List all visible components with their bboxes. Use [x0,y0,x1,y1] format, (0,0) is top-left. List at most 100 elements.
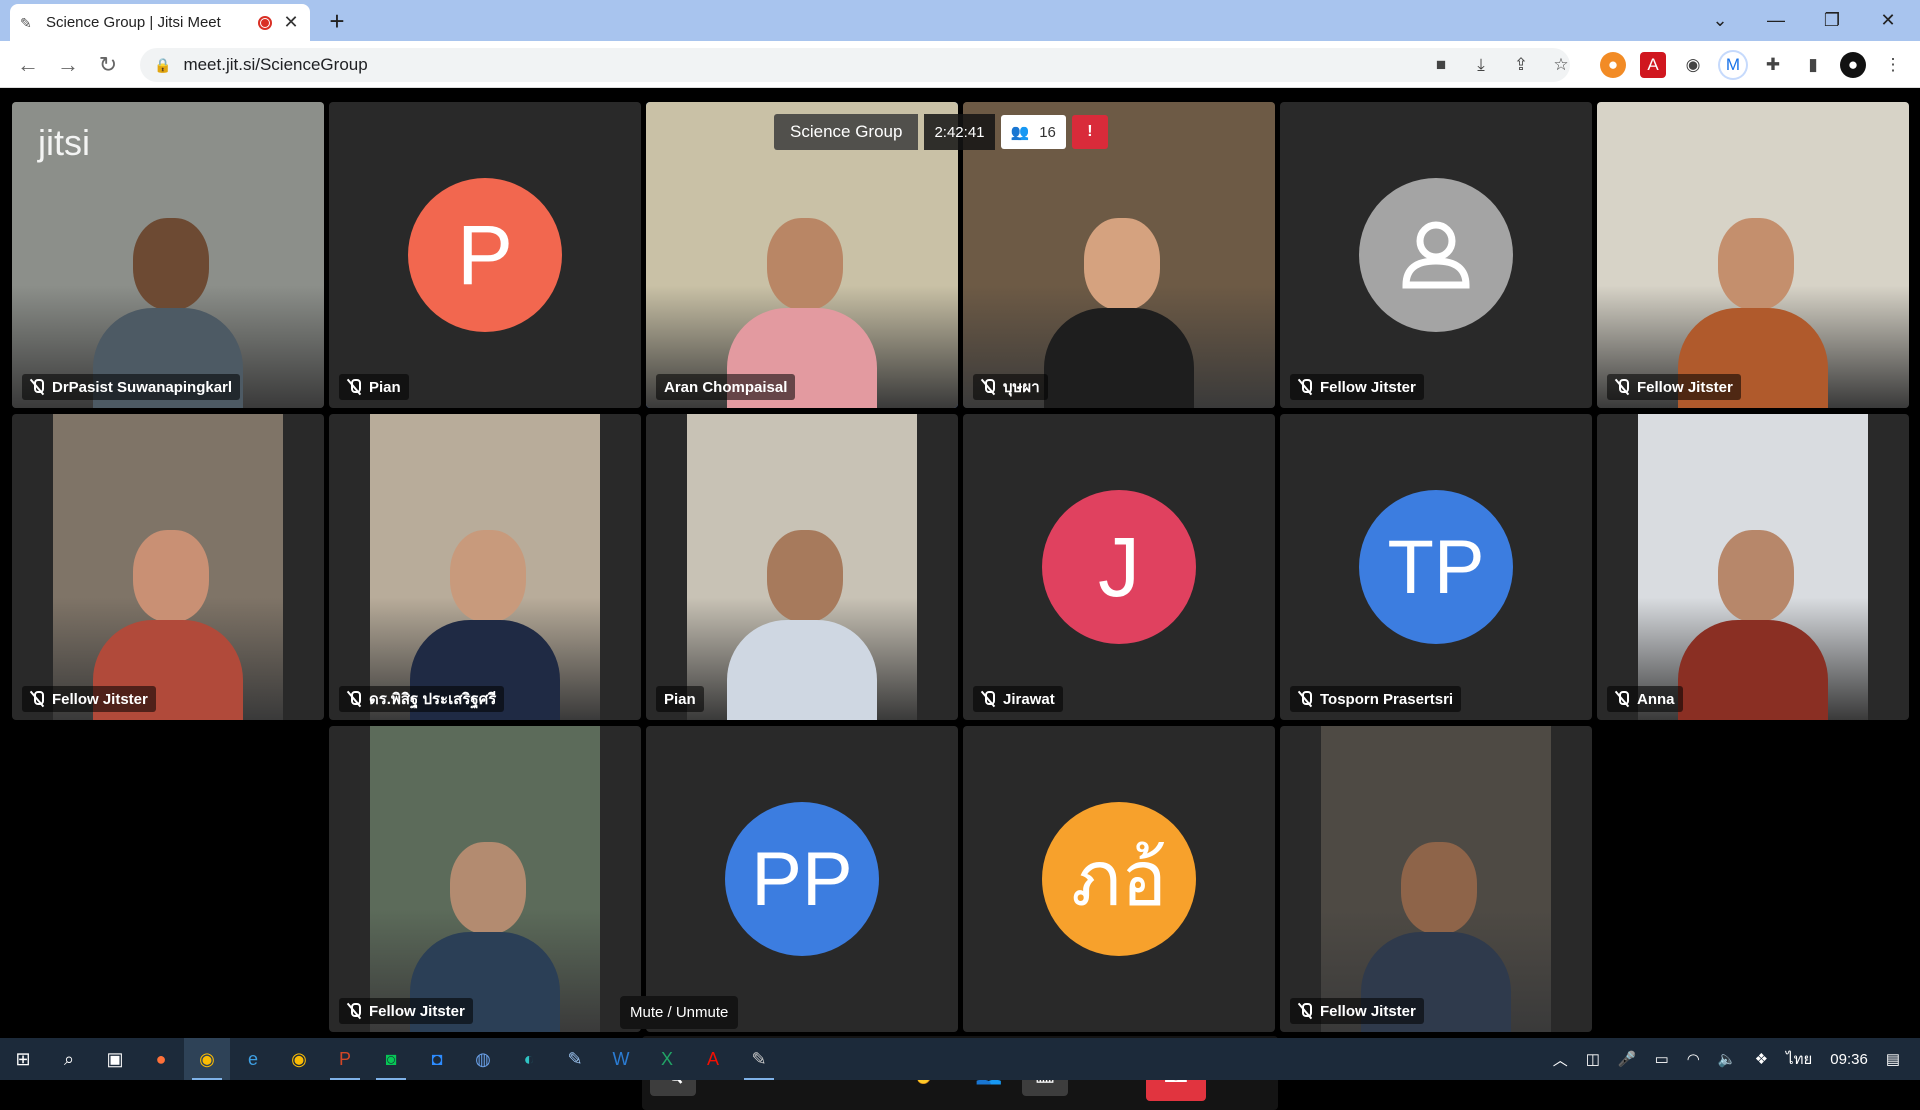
participant-name-badge: Aran Chompaisal [656,374,796,400]
warning-icon[interactable]: ! [1071,115,1108,149]
bookmark-star-icon[interactable]: ☆ [1548,52,1574,78]
participant-tile[interactable]: jitsi DrPasist Suwanapingkarl [12,102,324,408]
participant-tile[interactable]: J Jirawat [963,414,1275,720]
participants-count: 16 [1039,123,1056,141]
participant-name-badge: Pian [339,374,409,400]
camera-permission-icon[interactable]: ■ [1428,52,1454,78]
browser-tab[interactable]: ✎ Science Group | Jitsi Meet ✕ [10,4,310,41]
participant-head [450,842,526,934]
windows-start-icon[interactable]: ⊞ [0,1038,46,1080]
chrome-icon[interactable]: ◉ [184,1038,230,1080]
participant-name: Anna [1637,690,1675,708]
participant-figure [1678,490,1828,720]
jitsi-app-icon[interactable]: ✎ [736,1038,782,1080]
participant-video [1321,726,1551,1032]
extension-icon[interactable]: ◉ [1680,52,1706,78]
menu-kebab-icon[interactable]: ⋮ [1880,52,1906,78]
extensions-puzzle-icon[interactable]: ✚ [1760,52,1786,78]
browser-tabstrip: ✎ Science Group | Jitsi Meet ✕ + ⌄ — ❐ ✕ [0,0,1920,41]
powerpoint-icon[interactable]: P [322,1038,368,1080]
participant-video [1597,102,1909,408]
profile-avatar[interactable]: ● [1840,52,1866,78]
wifi-icon[interactable]: ◠ [1687,1050,1700,1068]
participant-tile[interactable]: P Pian [329,102,641,408]
clock-time[interactable]: 09:36 [1830,1051,1868,1068]
firefox-icon[interactable]: ● [138,1038,184,1080]
notifications-icon[interactable]: ▤ [1886,1050,1900,1068]
camera-tray-icon[interactable]: ◫ [1586,1050,1600,1068]
participant-head [767,218,843,310]
participant-name-badge: Tosporn Prasertsri [1290,686,1462,712]
default-user-avatar-icon [1359,178,1513,332]
microphone-muted-icon [1298,1003,1312,1019]
participant-tile[interactable]: Fellow Jitster [12,414,324,720]
participant-name-badge: Fellow Jitster [22,686,156,712]
participant-name: Fellow Jitster [52,690,148,708]
participant-tile[interactable]: ภอ้ [963,726,1275,1032]
participant-head [133,218,209,310]
participant-name: Pian [369,378,401,396]
word-icon[interactable]: W [598,1038,644,1080]
chrome-alt-icon[interactable]: ◉ [276,1038,322,1080]
app-icon[interactable]: ✎ [552,1038,598,1080]
participant-name-badge: Fellow Jitster [1290,998,1424,1024]
participant-tile[interactable]: PP [646,726,958,1032]
participant-head [1718,218,1794,310]
excel-icon[interactable]: X [644,1038,690,1080]
search-icon[interactable]: ⌕ [46,1038,92,1080]
extension-icon[interactable]: M [1720,52,1746,78]
lock-icon: 🔒 [154,56,172,73]
participant-tile[interactable]: Pian [646,414,958,720]
participant-tile[interactable]: Anna [1597,414,1909,720]
new-tab-button[interactable]: + [322,6,352,36]
close-tab-icon[interactable]: ✕ [282,12,300,33]
install-app-icon[interactable]: ⤓ [1468,52,1494,78]
edge-legacy-icon[interactable]: e [230,1038,276,1080]
participant-tile[interactable]: Fellow Jitster [329,726,641,1032]
mute-tooltip: Mute / Unmute [620,996,739,1029]
zoom-icon[interactable]: ◘ [414,1038,460,1080]
close-window-button[interactable]: ✕ [1860,0,1916,41]
line-app-icon[interactable]: ◙ [368,1038,414,1080]
share-icon[interactable]: ⇪ [1508,52,1534,78]
microphone-tray-icon[interactable]: 🎤 [1618,1050,1637,1068]
volume-icon[interactable]: 🔈 [1718,1050,1737,1068]
participant-name: Aran Chompaisal [664,378,788,396]
participant-name: บุษผา [1003,379,1040,396]
edge-icon[interactable]: ◐ [506,1038,552,1080]
acrobat-icon[interactable]: A [690,1038,736,1080]
participant-tile[interactable]: TP Tosporn Prasertsri [1280,414,1592,720]
participant-head [1401,842,1477,934]
app-icon[interactable]: ◍ [460,1038,506,1080]
microphone-muted-icon [30,379,44,395]
battery-icon[interactable]: ▭ [1655,1050,1669,1068]
participant-name-badge: Anna [1607,686,1683,712]
participant-head [1718,530,1794,622]
dropbox-icon[interactable]: ❖ [1755,1050,1768,1068]
participant-tile[interactable]: Fellow Jitster [1597,102,1909,408]
participants-count-badge[interactable]: 👥 16 [1000,115,1066,149]
input-language[interactable]: ไทย [1786,1047,1812,1071]
participant-body [1044,308,1194,408]
side-panel-icon[interactable]: ▮ [1800,52,1826,78]
participant-avatar: PP [725,802,879,956]
minimize-button[interactable]: — [1748,0,1804,41]
restore-button[interactable]: ❐ [1804,0,1860,41]
back-icon[interactable]: ← [12,49,44,81]
forward-icon[interactable]: → [52,49,84,81]
participant-name: Fellow Jitster [1320,378,1416,396]
participant-name: ดร.พิสิฐ ประเสริฐศรี [369,691,497,708]
extension-icon[interactable]: ● [1600,52,1626,78]
reload-icon[interactable]: ↻ [92,49,124,81]
participant-tile[interactable]: Fellow Jitster [1280,102,1592,408]
participant-name-badge: Jirawat [973,686,1063,712]
recording-indicator-icon [258,15,272,30]
address-bar[interactable]: 🔒 meet.jit.si/ScienceGroup [140,48,1570,82]
pdf-extension-icon[interactable]: A [1640,52,1666,78]
participant-tile[interactable]: ดร.พิสิฐ ประเสริฐศรี [329,414,641,720]
tab-title: Science Group | Jitsi Meet [46,14,221,31]
participant-tile[interactable]: Fellow Jitster [1280,726,1592,1032]
store-icon[interactable]: ▣ [92,1038,138,1080]
show-hidden-icons-icon[interactable]: ︿ [1553,1049,1568,1070]
tab-search-icon[interactable]: ⌄ [1692,0,1748,41]
